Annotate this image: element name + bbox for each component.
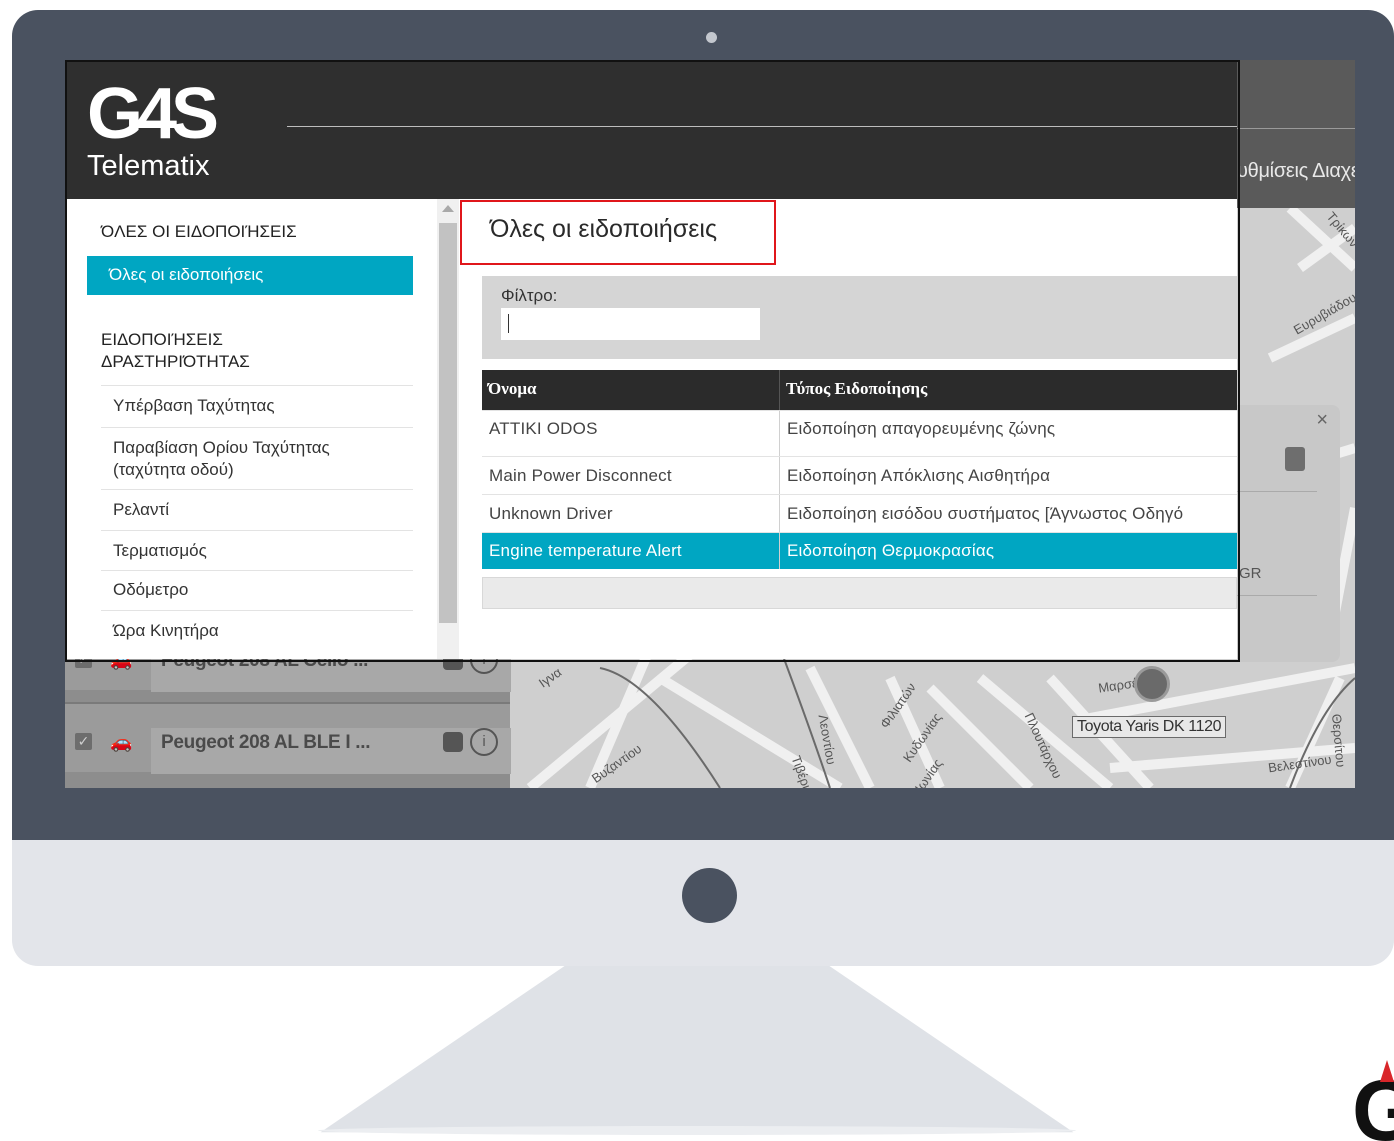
sidebar-heading-all-alerts: ΌΛΕΣ ΟΙ ΕΙΔΟΠΟΙΉΣΕΙΣ [101, 222, 297, 241]
background-topbar [1237, 60, 1355, 208]
stop-icon [1285, 447, 1305, 471]
camera-dot [706, 32, 717, 43]
column-header-name[interactable]: Όνομα [482, 370, 542, 410]
background-vehicle-list: ✓ 🚗 Peugeot 208 AL Cello ... i ✓ 🚗 Peuge… [65, 620, 511, 788]
screen: υθμίσεις Διαχε Ιγνα Βυζαντίου Τιβέριο Λε… [65, 60, 1355, 788]
monitor-power-button [682, 868, 737, 923]
logo-mark: G4S [87, 74, 219, 154]
sidebar-item-idle[interactable]: Ρελαντί [101, 489, 413, 530]
check-icon[interactable]: ✓ [75, 733, 92, 750]
sidebar-item-speeding[interactable]: Υπέρβαση Ταχύτητας [101, 385, 413, 427]
alerts-sidebar: ΌΛΕΣ ΟΙ ΕΙΔΟΠΟΙΉΣΕΙΣ Όλες οι ειδοποιήσει… [65, 199, 437, 659]
background-vehicle-popup: × GR [1237, 405, 1340, 662]
cell-name: Main Power Disconnect [489, 466, 672, 485]
cell-type: Ειδοποίηση Απόκλισης Αισθητήρα [779, 457, 1237, 494]
close-icon[interactable]: × [1316, 409, 1328, 432]
sidebar-item-label: Παραβίαση Ορίου Ταχύτητας [113, 438, 330, 457]
vehicle-marker-icon[interactable] [1134, 666, 1170, 702]
sidebar-item-label: (ταχύτητα οδού) [113, 460, 234, 479]
sidebar-item-label: Οδόμετρο [113, 580, 189, 599]
cell-name: Engine temperature Alert [489, 541, 682, 560]
sidebar-item-label: Ρελαντί [113, 500, 169, 519]
cell-name: ATTIKI ODOS [489, 419, 598, 438]
monitor-stand [320, 966, 1074, 1133]
scroll-up-icon[interactable] [442, 205, 454, 212]
popup-text: GR [1239, 565, 1262, 582]
cell-name: Unknown Driver [489, 504, 613, 523]
monitor-stand-foot [318, 1126, 1076, 1135]
table-footer [482, 577, 1237, 609]
vehicle-map-label: Toyota Yaris DK 1120 [1072, 716, 1227, 738]
sidebar-heading-activity: ΕΙΔΟΠΟΙΉΣΕΙΣ ΔΡΑΣΤΗΡΙΌΤΗΤΑΣ [101, 329, 250, 373]
sidebar-item-label: Τερματισμός [113, 541, 207, 560]
stop-icon[interactable] [443, 732, 463, 752]
table-header: Όνομα Τύπος Ειδοποίησης [482, 370, 1237, 410]
sidebar-item-shutdown[interactable]: Τερματισμός [101, 530, 413, 570]
sidebar-heading-line: ΕΙΔΟΠΟΙΉΣΕΙΣ [101, 330, 223, 349]
table-row[interactable]: Main Power Disconnect Ειδοποίηση Απόκλισ… [482, 456, 1237, 494]
table-row[interactable]: Unknown Driver Ειδοποίηση εισόδου συστήμ… [482, 494, 1237, 532]
filter-input[interactable] [501, 308, 760, 340]
cell-type: Ειδοποίηση Θερμοκρασίας [779, 533, 1237, 569]
popup-divider [1237, 491, 1317, 492]
sidebar-item-road-speed[interactable]: Παραβίαση Ορίου Ταχύτητας (ταχύτητα οδού… [101, 427, 413, 489]
cell-type: Ειδοποίηση απαγορευμένης ζώνης [779, 411, 1237, 456]
sidebar-heading-line: ΔΡΑΣΤΗΡΙΌΤΗΤΑΣ [101, 352, 250, 371]
header-divider [287, 126, 1237, 127]
table-row-selected[interactable]: Engine temperature Alert Ειδοποίηση Θερμ… [482, 532, 1237, 569]
scrollbar-thumb[interactable] [439, 223, 457, 623]
cell-type: Ειδοποίηση εισόδου συστήματος [Άγνωστος … [779, 495, 1237, 532]
background-topbar-divider [1237, 128, 1355, 129]
filter-label: Φίλτρο: [501, 286, 558, 305]
vehicle-row[interactable]: ✓ 🚗 Peugeot 208 AL BLE I ... i [65, 702, 511, 774]
sidebar-scrollbar[interactable] [437, 199, 459, 659]
sidebar-item-all-alerts[interactable]: Όλες οι ειδοποιήσεις [87, 256, 413, 295]
column-header-type[interactable]: Τύπος Ειδοποίησης [779, 370, 933, 410]
sidebar-item-label: Ώρα Κινητήρα [113, 621, 219, 640]
sidebar-item-label: Υπέρβαση Ταχύτητας [113, 396, 275, 415]
table-row[interactable]: ATTIKI ODOS Ειδοποίηση απαγορευμένης ζών… [482, 410, 1237, 456]
popup-divider [1237, 595, 1317, 596]
filter-panel: Φίλτρο: [482, 276, 1237, 359]
car-icon: 🚗 [110, 732, 133, 752]
app-header: G4S Telematix [65, 60, 1237, 199]
page-title: Όλες οι ειδοποιήσεις [490, 215, 718, 243]
sidebar-item-engine-hours[interactable]: Ώρα Κινητήρα [101, 610, 413, 650]
info-icon[interactable]: i [470, 728, 498, 756]
logo-subtitle: Telematix [87, 150, 210, 182]
g4s-logo: G4S Telematix [87, 74, 219, 183]
title-highlight-box: Όλες οι ειδοποιήσεις [460, 200, 776, 265]
text-caret [508, 314, 509, 333]
alerts-content: Όλες οι ειδοποιήσεις Φίλτρο: Όνομα Τύπος… [459, 199, 1237, 659]
corner-g4s-logo: G [1346, 1060, 1394, 1141]
alerts-table: Όνομα Τύπος Ειδοποίησης ATTIKI ODOS Ειδο… [482, 370, 1237, 569]
background-menu-settings: υθμίσεις Διαχε [1237, 160, 1355, 182]
sidebar-item-odometer[interactable]: Οδόμετρο [101, 570, 413, 610]
